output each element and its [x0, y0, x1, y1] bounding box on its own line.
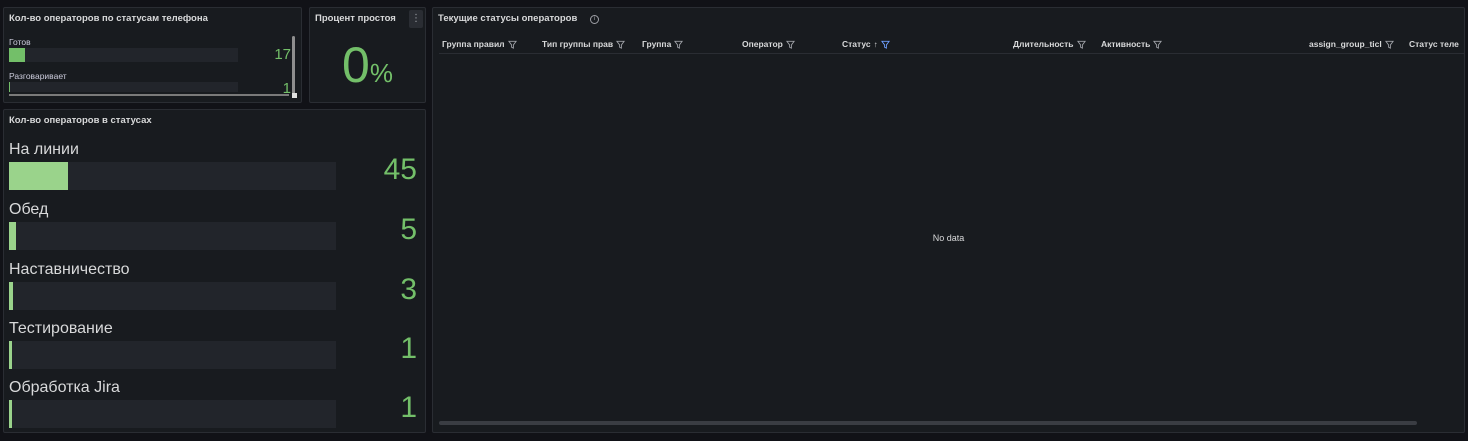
column-header[interactable]: Группа	[642, 39, 702, 49]
bar-track	[9, 162, 336, 190]
panel-title: Кол-во операторов по статусам телефона	[9, 13, 208, 24]
bar-fill	[9, 222, 16, 250]
column-label: Длительность	[1013, 39, 1074, 49]
bar-fill	[9, 82, 11, 92]
column-label: Группа	[642, 39, 672, 49]
bar-fill	[9, 162, 68, 190]
status-label: Наставничество	[9, 261, 130, 278]
status-label: На линии	[9, 141, 79, 158]
column-label: Активность	[1101, 39, 1151, 49]
status-value: 3	[400, 273, 417, 306]
bar-track	[9, 341, 336, 369]
status-value: 1	[400, 332, 417, 365]
column-label: Статус	[842, 39, 871, 49]
bar-track	[9, 82, 238, 92]
status-value: 1	[400, 391, 417, 424]
column-header[interactable]: Статус ↑	[842, 39, 912, 49]
status-count-panel: Кол-во операторов в статусах На линии 45…	[3, 109, 426, 433]
status-label: Обед	[9, 201, 49, 218]
column-label: Тип группы прав	[542, 39, 614, 49]
table-header: Группа правил Тип группы прав Группа Опе…	[439, 36, 1464, 54]
column-header[interactable]: Группа правил	[442, 39, 537, 49]
column-header[interactable]: Оператор	[742, 39, 812, 49]
bar-track	[9, 400, 336, 428]
bar-track	[9, 222, 336, 250]
sort-ascending-icon[interactable]: ↑	[874, 40, 878, 49]
column-header[interactable]: Длительность	[1013, 39, 1097, 49]
filter-icon[interactable]	[785, 40, 795, 49]
status-row: На линии 45	[9, 141, 419, 201]
column-label: Оператор	[742, 39, 783, 49]
panel-title: Процент простоя	[315, 13, 396, 24]
idle-percent-panel: Процент простоя ⋮ 0%	[309, 7, 426, 103]
filter-icon[interactable]	[674, 40, 684, 49]
panel-title: Кол-во операторов в статусах	[9, 115, 152, 126]
filter-icon[interactable]	[616, 40, 626, 49]
horizontal-scrollbar[interactable]	[9, 94, 289, 96]
status-row: Обработка Jira 1	[9, 379, 419, 432]
current-status-panel: Текущие статусы операторов i Группа прав…	[432, 7, 1465, 433]
filter-icon[interactable]	[1076, 40, 1086, 49]
filter-icon[interactable]	[1153, 40, 1163, 49]
bar-fill	[9, 282, 13, 310]
bar-fill	[9, 400, 12, 428]
row-label: Готов	[9, 37, 31, 47]
bar-fill	[9, 341, 12, 369]
column-header[interactable]: Активность	[1101, 39, 1181, 49]
status-row: Наставничество 3	[9, 261, 419, 321]
panel-title: Текущие статусы операторов	[438, 13, 578, 24]
status-value: 45	[383, 153, 417, 186]
column-header[interactable]: Тип группы прав	[542, 39, 638, 49]
bar-track	[9, 282, 336, 310]
row-label: Разговаривает	[9, 71, 67, 81]
kebab-menu-icon[interactable]: ⋮	[409, 10, 423, 28]
status-value: 5	[400, 213, 417, 246]
bar-fill	[9, 48, 26, 62]
row-value: 17	[274, 46, 291, 63]
empty-state: No data	[932, 233, 965, 243]
info-icon[interactable]: i	[590, 15, 599, 24]
filter-icon[interactable]	[1384, 40, 1394, 49]
bar-track	[9, 48, 238, 62]
status-label: Обработка Jira	[9, 379, 120, 396]
status-row: Тестирование 1	[9, 320, 419, 380]
idle-percent-value: 0%	[310, 35, 425, 95]
vertical-scrollbar[interactable]	[292, 36, 295, 94]
filter-icon[interactable]	[507, 40, 517, 49]
column-label: assign_group_ticl	[1309, 39, 1382, 49]
resize-handle[interactable]	[292, 93, 297, 98]
phone-status-panel: Кол-во операторов по статусам телефона Г…	[3, 7, 302, 103]
column-header[interactable]: assign_group_ticl	[1309, 39, 1403, 49]
stat-number: 0	[342, 37, 370, 93]
horizontal-scrollbar[interactable]	[439, 421, 1417, 425]
filter-icon[interactable]	[880, 40, 890, 49]
status-row: Обед 5	[9, 201, 419, 261]
column-label: Статус теле	[1409, 39, 1459, 49]
status-label: Тестирование	[9, 320, 113, 337]
column-label: Группа правил	[442, 39, 505, 49]
stat-unit: %	[369, 58, 393, 88]
column-header[interactable]: Статус теле	[1409, 39, 1464, 49]
